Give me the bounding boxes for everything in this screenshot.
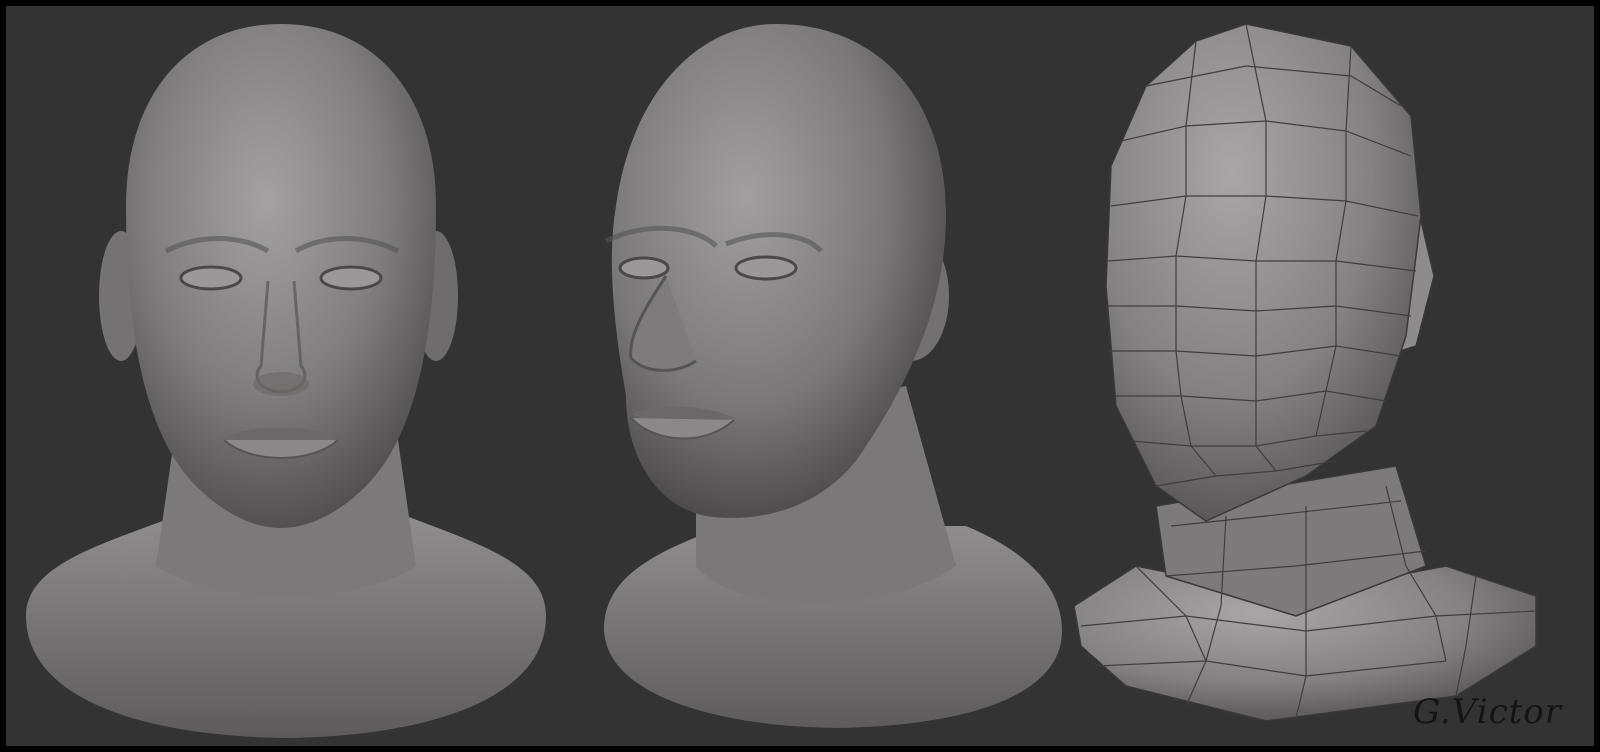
sculpt-render-svg — [26, 23, 1537, 738]
artist-signature: G.Victor — [1412, 692, 1562, 732]
render-frame: G.Victor — [0, 0, 1600, 752]
front-view-sculpt — [26, 24, 546, 738]
low-poly-wireframe-view — [1073, 23, 1537, 722]
three-quarter-view-sculpt — [603, 24, 1062, 728]
render-canvas: G.Victor — [6, 6, 1594, 746]
